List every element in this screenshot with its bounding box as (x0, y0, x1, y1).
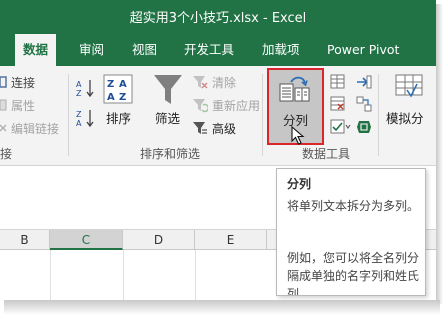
gridline (123, 250, 124, 300)
relationships-icon (356, 96, 372, 112)
tooltip-example: 例如，您可以将全名列分隔成单独的名字列和姓氏列。 (287, 251, 420, 296)
sort-button[interactable]: Z A A Z (103, 74, 133, 108)
clear-filter-icon (192, 74, 208, 93)
sort-icon: Z A A Z (103, 74, 133, 104)
tab-power-pivot[interactable]: Power Pivot (327, 34, 399, 66)
sort-descending-button[interactable]: Z A (76, 108, 96, 132)
column-header-c[interactable]: C (50, 230, 123, 250)
ribbon-separator (378, 74, 379, 156)
excel-window: 超实用3个小技巧.xlsx - Excel 数据 审阅 视图 开发工具 加载项 … (0, 0, 436, 300)
data-tools-group-label: 数据工具 (302, 147, 351, 161)
advanced-filter-icon (192, 120, 208, 139)
connections-icon (0, 75, 8, 92)
column-header-b[interactable]: B (0, 230, 50, 250)
title-bar: 超实用3个小技巧.xlsx - Excel (0, 0, 436, 34)
connections-group-label: 接 (0, 147, 13, 161)
edit-links-icon (0, 121, 8, 138)
ribbon-tab-bar: 数据 审阅 视图 开发工具 加载项 Power Pivot (0, 34, 436, 66)
consolidate-icon (357, 75, 372, 89)
ribbon-data: 连接 属性 编辑链接 接 A Z Z A Z A A Z 排序 筛选 清除 重新… (0, 66, 436, 166)
edit-links-label: 编辑链接 (11, 122, 60, 136)
what-if-analysis-button[interactable] (395, 74, 423, 104)
column-header-e[interactable]: E (195, 230, 267, 250)
svg-text:Z: Z (76, 89, 82, 98)
connections-label: 连接 (11, 76, 36, 90)
gridline (195, 250, 196, 300)
ribbon-separator (262, 74, 263, 156)
text-to-columns-tooltip: 分列 将单列文本拆分为多列。 例如，您可以将全名列分隔成单独的名字列和姓氏列。 (276, 168, 426, 296)
reapply-icon (192, 97, 210, 116)
svg-text:A: A (107, 92, 115, 103)
tab-view[interactable]: 视图 (132, 34, 157, 66)
reapply-label: 重新应用 (212, 99, 261, 113)
filter-icon (154, 75, 182, 104)
remove-duplicates-icon (330, 96, 345, 111)
data-validation-icon (330, 119, 351, 134)
properties-label: 属性 (11, 99, 36, 113)
tooltip-description: 将单列文本拆分为多列。 (287, 199, 420, 213)
manage-data-model-icon (357, 121, 371, 133)
manage-data-model-button[interactable] (356, 119, 372, 139)
gridline (50, 250, 51, 300)
window-title: 超实用3个小技巧.xlsx - Excel (129, 11, 307, 26)
svg-text:Z: Z (107, 79, 114, 90)
filter-label: 筛选 (155, 111, 181, 126)
frame-shadow (436, 4, 443, 304)
sort-filter-group-label: 排序和筛选 (140, 147, 201, 161)
advanced-filter-label: 高级 (212, 122, 237, 136)
text-to-columns-icon (279, 76, 311, 108)
remove-duplicates-button[interactable] (330, 96, 346, 116)
frame-shadow (4, 300, 440, 315)
tab-review[interactable]: 审阅 (79, 34, 104, 66)
relationships-button[interactable] (356, 96, 372, 116)
sort-descending-icon: Z A (76, 110, 94, 128)
text-to-columns-button[interactable]: 分列 (267, 68, 324, 145)
clear-filter-label: 清除 (212, 76, 237, 90)
flash-fill-button[interactable] (330, 74, 346, 94)
tab-data[interactable]: 数据 (15, 34, 57, 66)
what-if-analysis-icon (395, 74, 423, 98)
svg-text:A: A (76, 119, 82, 128)
what-if-analysis-label: 模拟分 (386, 111, 424, 126)
tab-add-ins[interactable]: 加载项 (262, 34, 300, 66)
screenshot-frame: 超实用3个小技巧.xlsx - Excel 数据 审阅 视图 开发工具 加载项 … (0, 0, 443, 315)
ribbon-separator (68, 74, 69, 156)
svg-text:Z: Z (76, 110, 82, 119)
sort-ascending-icon: A Z (76, 80, 94, 98)
flash-fill-icon (330, 74, 345, 89)
tooltip-title: 分列 (287, 177, 312, 191)
tab-developer[interactable]: 开发工具 (184, 34, 234, 66)
sort-ascending-button[interactable]: A Z (76, 78, 96, 102)
data-validation-button[interactable] (330, 119, 352, 139)
filter-button[interactable] (153, 73, 183, 111)
consolidate-button[interactable] (356, 74, 372, 94)
svg-text:A: A (76, 80, 82, 89)
column-header-d[interactable]: D (123, 230, 195, 250)
svg-text:Z: Z (119, 92, 126, 103)
svg-text:A: A (119, 79, 127, 90)
sort-label: 排序 (106, 111, 132, 126)
properties-icon (0, 98, 8, 115)
